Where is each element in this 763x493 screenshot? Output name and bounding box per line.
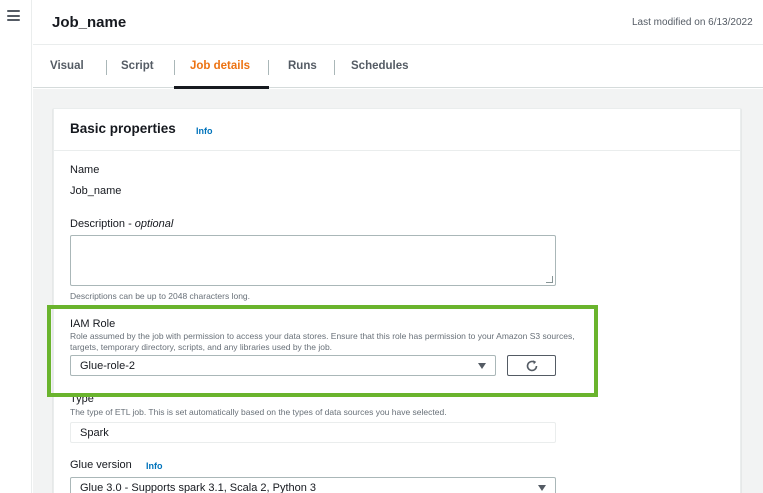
iam-role-select[interactable]: Glue-role-2 <box>70 355 496 376</box>
refresh-icon <box>526 360 538 372</box>
iam-role-hint-line2: targets, temporary directory, scripts, a… <box>70 342 333 352</box>
iam-role-hint-line1: Role assumed by the job with permission … <box>70 331 575 341</box>
tab-divider <box>106 60 107 75</box>
description-label: Description - optional <box>70 218 173 230</box>
name-value: Job_name <box>70 185 122 197</box>
tab-visual[interactable]: Visual <box>50 46 84 88</box>
glue-version-select[interactable]: Glue 3.0 - Supports spark 3.1, Scala 2, … <box>70 477 556 493</box>
glue-version-selected-value: Glue 3.0 - Supports spark 3.1, Scala 2, … <box>80 482 317 493</box>
iam-role-selected-value: Glue-role-2 <box>80 360 136 372</box>
iam-role-label: IAM Role <box>70 318 116 330</box>
glue-version-info-link[interactable]: Info <box>146 461 163 471</box>
tab-bar: Visual Script Job details Runs Schedules <box>33 46 763 88</box>
tab-divider <box>268 60 269 75</box>
type-label: Type <box>70 393 94 405</box>
hamburger-menu-icon[interactable] <box>7 10 20 21</box>
tab-divider <box>334 60 335 75</box>
refresh-button[interactable] <box>507 355 556 376</box>
type-value: Spark <box>80 427 109 439</box>
type-readonly-field: Spark <box>70 422 556 443</box>
description-textarea[interactable] <box>70 235 556 286</box>
tab-divider <box>174 60 175 75</box>
panel-header-divider <box>53 150 741 151</box>
page-header: Job_name Last modified on 6/13/2022 <box>33 0 763 45</box>
chevron-down-icon <box>538 485 546 491</box>
description-label-text: Description - <box>70 218 135 230</box>
chevron-down-icon <box>478 363 486 369</box>
panel-title: Basic properties <box>70 121 176 136</box>
last-modified-text: Last modified on 6/13/2022 <box>632 17 753 28</box>
page-title: Job_name <box>52 14 127 31</box>
optional-tag: optional <box>134 218 174 230</box>
type-hint: The type of ETL job. This is set automat… <box>70 407 447 417</box>
name-label: Name <box>70 164 100 176</box>
tab-script[interactable]: Script <box>121 46 154 88</box>
tab-schedules[interactable]: Schedules <box>351 46 409 88</box>
resize-grip-icon[interactable] <box>546 276 553 283</box>
info-link[interactable]: Info <box>196 126 213 136</box>
tab-job-details[interactable]: Job details <box>190 46 250 88</box>
description-hint: Descriptions can be up to 2048 character… <box>70 291 251 301</box>
glue-version-label: Glue version <box>70 459 132 471</box>
side-navigation-strip <box>0 0 32 493</box>
tab-runs[interactable]: Runs <box>288 46 317 88</box>
